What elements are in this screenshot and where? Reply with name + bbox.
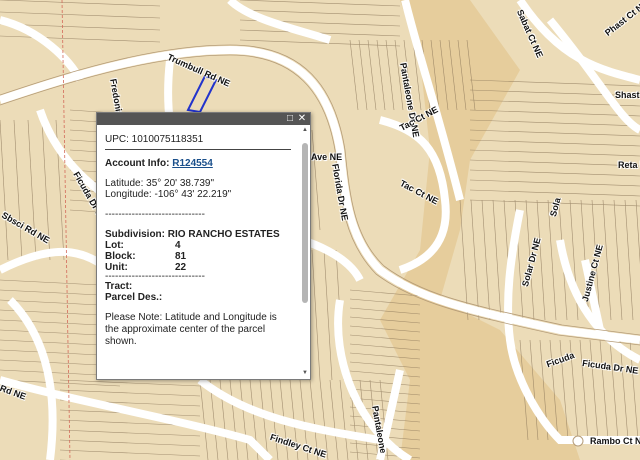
account-info: Account Info: R124554: [105, 158, 292, 169]
street-label: Shast: [615, 90, 640, 100]
longitude-text: Longitude: -106° 43' 22.219": [105, 189, 232, 200]
subdivision-text: Subdivision: RIO RANCHO ESTATES: [105, 229, 280, 240]
block-row: Block: 81: [105, 251, 187, 262]
divider-rule: [105, 149, 291, 150]
street-label: Ave NE: [311, 152, 343, 162]
latitude-text: Latitude: 35° 20' 38.739": [105, 178, 214, 189]
parcel-des-label: Parcel Des.:: [105, 292, 163, 303]
tract-label: Tract:: [105, 281, 133, 292]
account-link[interactable]: R124554: [172, 158, 213, 169]
street-label: Reta Dr: [618, 160, 640, 170]
dashed-divider-2: ------------------------------: [105, 271, 205, 282]
close-icon[interactable]: ✕: [296, 113, 308, 125]
upc-text: UPC: 1010075118351: [105, 134, 204, 145]
dashed-divider: ------------------------------: [105, 209, 205, 220]
scroll-up-icon[interactable]: ▲: [301, 126, 309, 134]
popup-titlebar[interactable]: □ ✕: [97, 113, 310, 125]
parcel-info-popup: □ ✕ UPC: 1010075118351 Account Info: R12…: [96, 112, 311, 380]
cul-de-sac: [572, 435, 584, 447]
popup-scrollbar[interactable]: ▲ ▼: [301, 126, 309, 377]
note-text: Please Note: Latitude and Longitude is t…: [105, 312, 277, 347]
scroll-down-icon[interactable]: ▼: [301, 369, 309, 377]
maximize-icon[interactable]: □: [284, 113, 296, 125]
street-label: Rambo Ct NE: [590, 436, 640, 446]
popup-content: UPC: 1010075118351 Account Info: R124554…: [97, 126, 300, 379]
parcel-map[interactable]: Trumbull Rd NE Ave NE Pantaleone Dr NE T…: [0, 0, 640, 460]
account-label: Account Info:: [105, 158, 170, 169]
lot-row: Lot: 4: [105, 240, 181, 251]
scroll-thumb[interactable]: [302, 143, 308, 303]
